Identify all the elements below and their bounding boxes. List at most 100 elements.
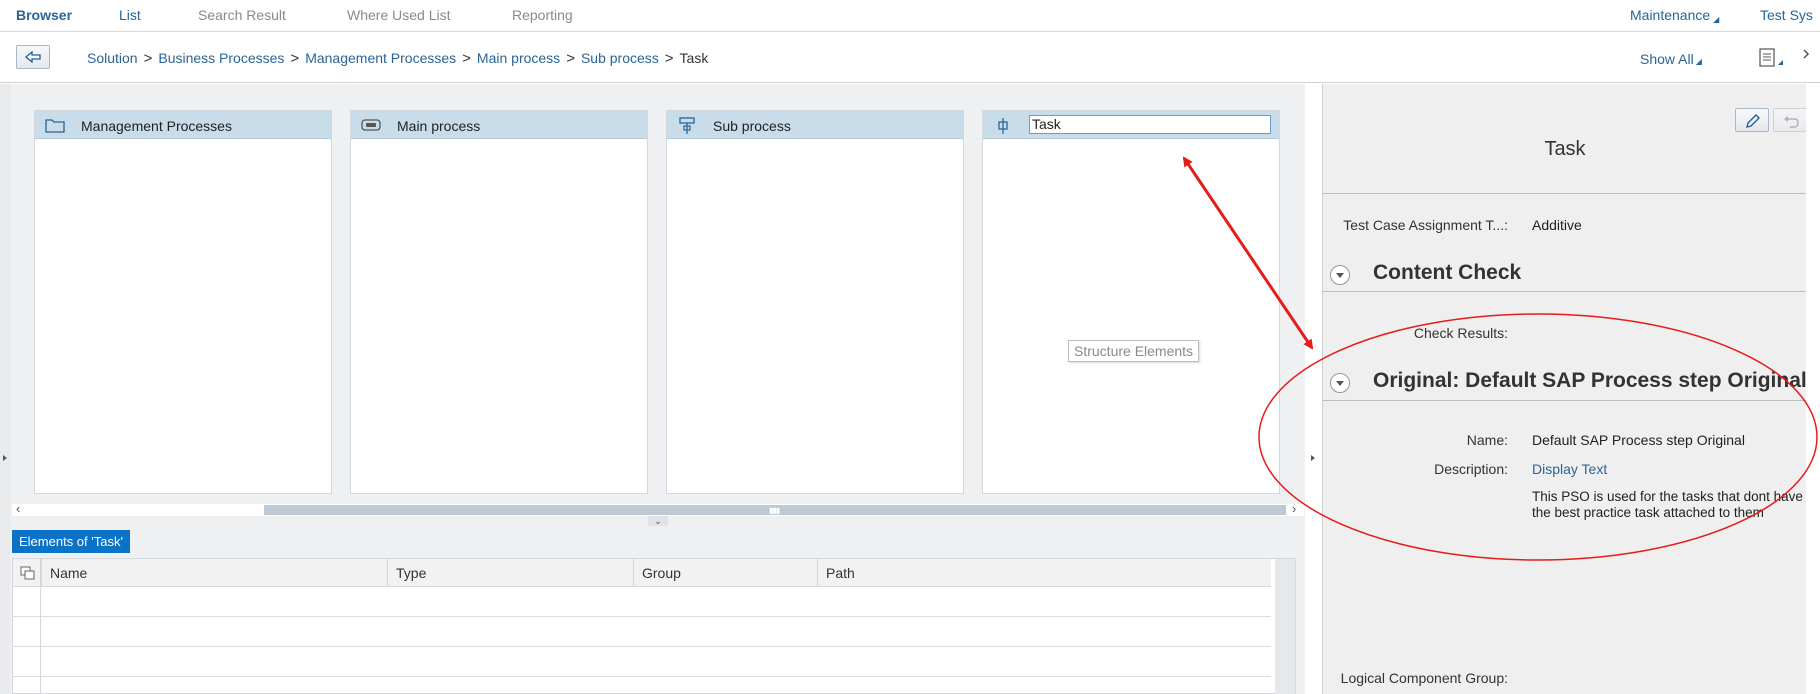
breadcrumb-main-process[interactable]: Main process bbox=[477, 50, 560, 66]
column-gap bbox=[332, 110, 350, 494]
breadcrumb-separator: > bbox=[462, 50, 471, 67]
test-system-menu[interactable]: Test Sys bbox=[1760, 7, 1813, 23]
process-icon bbox=[361, 119, 381, 131]
breadcrumb-sub-process[interactable]: Sub process bbox=[581, 50, 659, 66]
tab-list[interactable]: List bbox=[119, 7, 141, 23]
scroll-right-icon[interactable]: › bbox=[1292, 501, 1296, 516]
column-title: Management Processes bbox=[81, 118, 232, 134]
undo-icon bbox=[1784, 116, 1799, 128]
section-title: Content Check bbox=[1373, 261, 1522, 284]
pane-splitter[interactable]: ⌄ bbox=[648, 516, 668, 526]
dropdown-corner-icon: ◢ bbox=[1695, 57, 1702, 66]
column-header[interactable]: Task bbox=[983, 111, 1279, 139]
scroll-left-icon[interactable]: ‹ bbox=[16, 501, 20, 516]
undo-button[interactable] bbox=[1773, 108, 1807, 132]
column-main-process[interactable]: Main process bbox=[350, 110, 648, 494]
settings-menu-icon[interactable] bbox=[1800, 47, 1816, 69]
display-text-link[interactable]: Display Text bbox=[1532, 461, 1607, 477]
horizontal-scrollbar[interactable]: ‹ ▮▮▮ › bbox=[12, 501, 1304, 516]
dropdown-corner-icon: ◢ bbox=[1713, 15, 1720, 24]
logical-component-group-label: Logical Component Group: bbox=[1340, 670, 1508, 686]
breadcrumb-solution[interactable]: Solution bbox=[87, 50, 138, 66]
column-gap bbox=[12, 110, 34, 494]
show-all-menu[interactable]: Show All ◢ bbox=[1640, 51, 1702, 67]
back-arrow-icon bbox=[25, 51, 41, 63]
left-collapse-handle[interactable] bbox=[0, 84, 10, 694]
maintenance-label: Maintenance bbox=[1630, 7, 1711, 23]
divider bbox=[1323, 193, 1807, 194]
back-button[interactable] bbox=[16, 45, 50, 69]
table-vertical-scrollbar[interactable] bbox=[1275, 559, 1295, 694]
show-all-label: Show All bbox=[1640, 51, 1694, 67]
section-title: Original: Default SAP Process step Origi… bbox=[1373, 369, 1807, 392]
detail-panel: Task Test Case Assignment T...: Additive… bbox=[1322, 84, 1807, 694]
chevron-down-icon[interactable] bbox=[1330, 373, 1350, 393]
column-header[interactable]: Management Processes bbox=[35, 111, 331, 139]
elements-tab[interactable]: Elements of 'Task' bbox=[12, 530, 130, 553]
column-management-processes[interactable]: Management Processes bbox=[34, 110, 332, 494]
chevron-down-icon: ⌄ bbox=[654, 516, 662, 526]
scrollbar-thumb[interactable]: ▮▮▮ bbox=[264, 505, 1286, 515]
column-header-group[interactable]: Group bbox=[633, 559, 817, 587]
column-gap bbox=[648, 110, 666, 494]
description-label: Description: bbox=[1434, 461, 1508, 477]
description-text: This PSO is used for the tasks that dont… bbox=[1532, 489, 1803, 520]
content-check-section[interactable]: Content Check bbox=[1323, 258, 1807, 288]
select-all-icon[interactable] bbox=[20, 566, 36, 580]
task-name-input[interactable]: Task bbox=[1029, 115, 1271, 134]
name-label: Name: bbox=[1466, 432, 1508, 448]
column-task[interactable]: Task bbox=[982, 110, 1280, 494]
table-row[interactable] bbox=[13, 617, 1271, 647]
subprocess-icon bbox=[679, 117, 695, 134]
row-selector-column bbox=[13, 559, 41, 694]
breadcrumb-business-processes[interactable]: Business Processes bbox=[158, 50, 284, 66]
column-header-path[interactable]: Path bbox=[817, 559, 1271, 587]
assignment-type-label: Test Case Assignment T...: bbox=[1343, 217, 1508, 233]
column-header[interactable]: Sub process bbox=[667, 111, 963, 139]
column-header[interactable]: Main process bbox=[351, 111, 647, 139]
edit-button[interactable] bbox=[1735, 108, 1769, 132]
table-header: Name Type Group Path bbox=[13, 559, 1271, 587]
column-gap bbox=[1280, 110, 1304, 494]
column-title: Sub process bbox=[713, 118, 791, 134]
breadcrumb: Solution > Business Processes > Management P… bbox=[87, 50, 708, 67]
breadcrumb-bar: Solution > Business Processes > Management P… bbox=[0, 33, 1820, 83]
chevron-down-icon[interactable] bbox=[1330, 265, 1350, 285]
tab-where-used-list[interactable]: Where Used List bbox=[347, 7, 450, 23]
panel-collapse-handle[interactable] bbox=[1305, 84, 1322, 694]
panel-scroll-strip bbox=[1806, 84, 1820, 694]
maintenance-menu[interactable]: Maintenance ◢ bbox=[1630, 7, 1719, 24]
column-sub-process[interactable]: Sub process bbox=[666, 110, 964, 494]
breadcrumb-management-processes[interactable]: Management Processes bbox=[305, 50, 456, 66]
tab-search-result[interactable]: Search Result bbox=[198, 7, 286, 23]
elements-table: Name Type Group Path bbox=[12, 558, 1296, 694]
table-row[interactable] bbox=[13, 677, 1271, 694]
column-title: Main process bbox=[397, 118, 481, 134]
assignment-type-value: Additive bbox=[1532, 217, 1582, 233]
column-gap bbox=[964, 110, 982, 494]
table-row[interactable] bbox=[13, 587, 1271, 617]
breadcrumb-separator: > bbox=[566, 50, 575, 67]
breadcrumb-current: Task bbox=[679, 50, 709, 66]
grip-icon: ▮▮▮ bbox=[769, 506, 780, 515]
collapse-arrow-icon bbox=[3, 455, 7, 461]
original-section[interactable]: Original: Default SAP Process step Origi… bbox=[1323, 366, 1807, 396]
task-icon bbox=[998, 118, 1008, 134]
tab-browser[interactable]: Browser bbox=[16, 7, 72, 23]
breadcrumb-separator: > bbox=[664, 50, 674, 67]
name-value: Default SAP Process step Original bbox=[1532, 432, 1745, 448]
panel-title: Task bbox=[1544, 138, 1586, 160]
check-results-label: Check Results: bbox=[1413, 325, 1508, 341]
pencil-icon bbox=[1746, 114, 1760, 128]
top-tab-bar: Browser List Search Result Where Used Li… bbox=[0, 0, 1820, 32]
document-menu-icon[interactable] bbox=[1757, 47, 1785, 69]
column-header-type[interactable]: Type bbox=[387, 559, 633, 587]
table-row[interactable] bbox=[13, 647, 1271, 677]
tab-reporting[interactable]: Reporting bbox=[512, 7, 573, 23]
column-header-name[interactable]: Name bbox=[41, 559, 387, 587]
divider bbox=[1323, 291, 1807, 292]
divider bbox=[1323, 400, 1807, 401]
breadcrumb-separator: > bbox=[290, 50, 300, 67]
folder-icon bbox=[45, 119, 65, 133]
breadcrumb-separator: > bbox=[143, 50, 153, 67]
